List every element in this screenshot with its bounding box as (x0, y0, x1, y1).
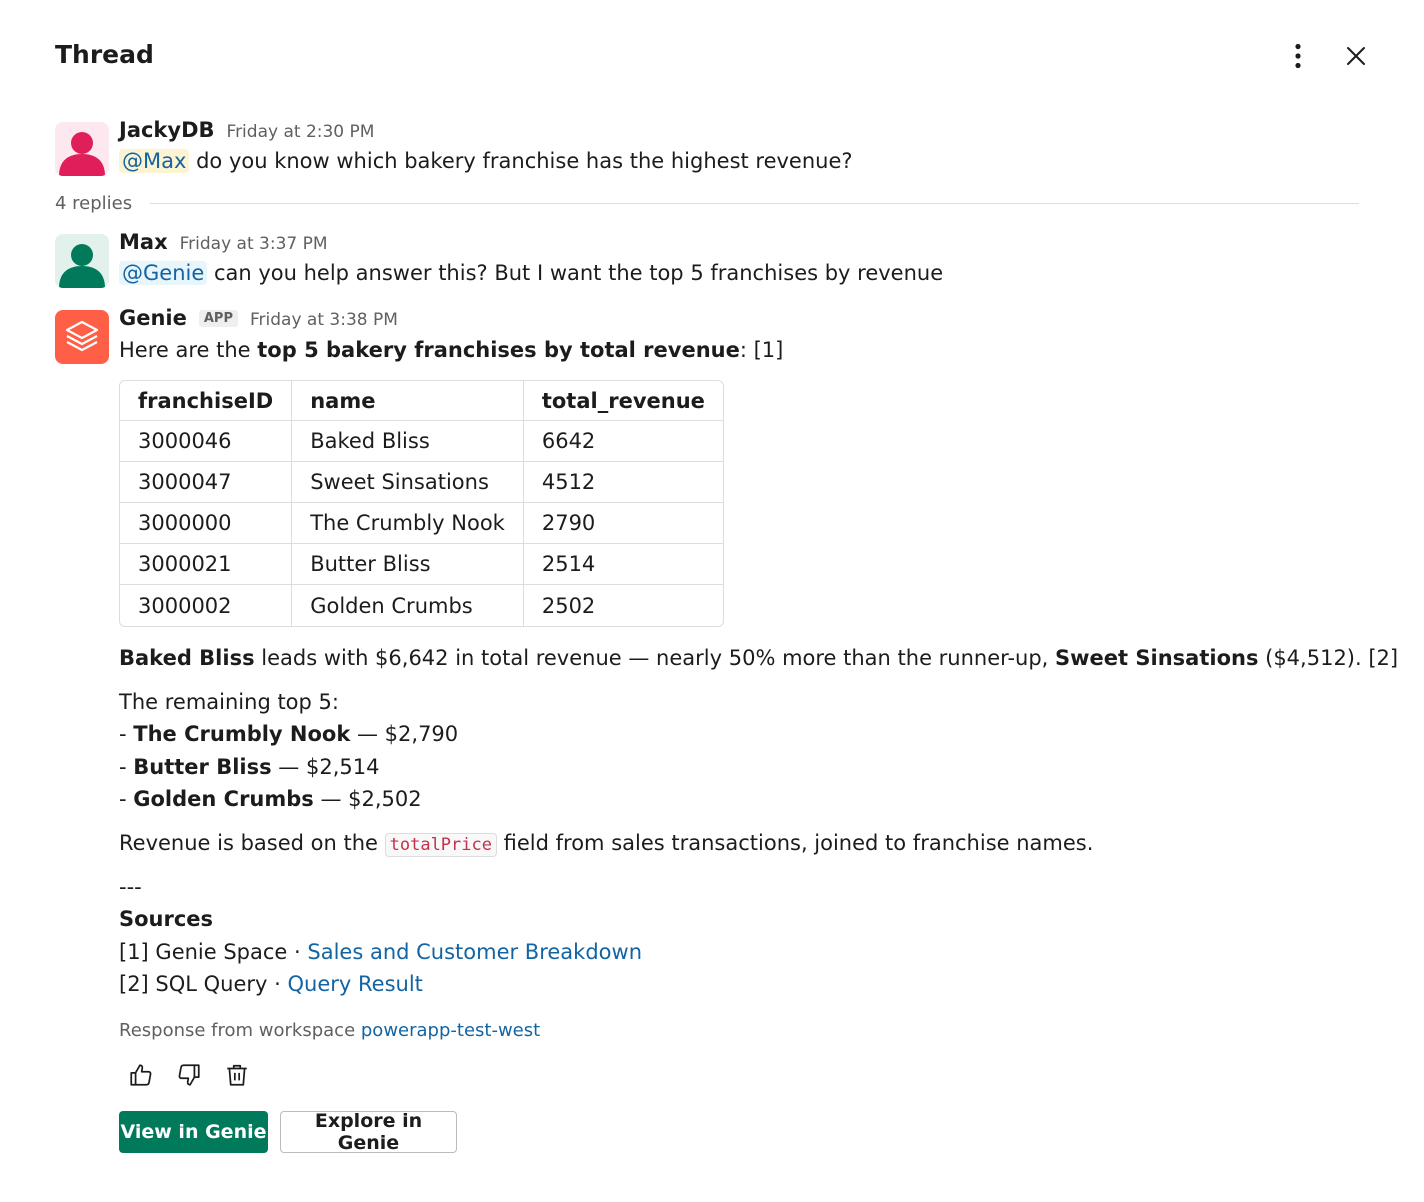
panel-title: Thread (55, 40, 154, 69)
author-name[interactable]: JackyDB (119, 118, 215, 142)
list-item: - Butter Bliss — $2,514 (119, 755, 379, 779)
table-header-row: franchiseID name total_revenue (120, 381, 723, 421)
list-item-value: — $2,514 (271, 755, 380, 779)
avatar-jackydb[interactable] (55, 122, 109, 176)
source-link[interactable]: Sales and Customer Breakdown (307, 940, 642, 964)
list-item: - The Crumbly Nook — $2,790 (119, 722, 458, 746)
divider-line (150, 203, 1359, 204)
timestamp[interactable]: Friday at 2:30 PM (227, 122, 375, 142)
source-prefix: [2] SQL Query · (119, 972, 288, 996)
message-header-max: Max Friday at 3:37 PM (119, 230, 328, 254)
results-table: franchiseID name total_revenue 3000046 B… (119, 380, 724, 627)
table-cell: The Crumbly Nook (292, 503, 524, 544)
list-item-name: Golden Crumbs (133, 787, 314, 811)
timestamp[interactable]: Friday at 3:38 PM (250, 310, 398, 330)
table-row: 3000002 Golden Crumbs 2502 (120, 585, 723, 626)
avatar-genie[interactable] (55, 310, 109, 364)
source-link[interactable]: Query Result (288, 972, 423, 996)
table-cell: 6642 (523, 421, 723, 462)
sources-title: Sources (119, 907, 214, 931)
table-row: 3000046 Baked Bliss 6642 (120, 421, 723, 462)
intro-bold: top 5 bakery franchises by total revenue (257, 338, 740, 362)
explore-in-genie-button[interactable]: Explore in Genie (280, 1110, 457, 1154)
source-prefix: [1] Genie Space · (119, 940, 308, 964)
basis-suffix: field from sales transactions, joined to… (496, 831, 1094, 855)
close-icon[interactable] (1338, 38, 1374, 74)
thumbs-up-icon[interactable] (126, 1060, 156, 1090)
mention-max[interactable]: @Max (119, 149, 190, 173)
app-badge: APP (198, 310, 238, 327)
author-name[interactable]: Genie (119, 306, 187, 330)
message-text-jackydb: @Max do you know which bakery franchise … (119, 149, 853, 173)
author-name[interactable]: Max (119, 230, 168, 254)
summary-suffix: ($4,512). [2] (1258, 646, 1399, 670)
table-cell: Baked Bliss (292, 421, 524, 462)
list-item-value: — $2,790 (350, 722, 459, 746)
basis-prefix: Revenue is based on the (119, 831, 385, 855)
table-cell: Butter Bliss (292, 544, 524, 585)
message-header-genie: Genie APP Friday at 3:38 PM (119, 306, 398, 330)
list-item-value: — $2,502 (313, 787, 422, 811)
table-cell: Sweet Sinsations (292, 462, 524, 503)
message-body: do you know which bakery franchise has t… (189, 149, 853, 173)
message-body: can you help answer this? But I want the… (207, 261, 944, 285)
avatar-max[interactable] (55, 234, 109, 288)
column-header: name (292, 381, 524, 421)
list-bullet: - (119, 755, 134, 779)
genie-intro: Here are the top 5 bakery franchises by … (119, 338, 783, 362)
thumbs-down-icon[interactable] (174, 1060, 204, 1090)
column-header: total_revenue (523, 381, 723, 421)
table-cell: 3000002 (120, 585, 293, 626)
message-header-jackydb: JackyDB Friday at 2:30 PM (119, 118, 374, 142)
trash-icon[interactable] (222, 1060, 252, 1090)
header-actions (1280, 38, 1374, 74)
feedback-actions (126, 1060, 252, 1090)
summary-runner-up: Sweet Sinsations (1055, 646, 1259, 670)
table-cell: 3000000 (120, 503, 293, 544)
summary-line: Baked Bliss leads with $6,642 in total r… (119, 646, 1398, 670)
list-bullet: - (119, 787, 134, 811)
message-text-max: @Genie can you help answer this? But I w… (119, 261, 943, 285)
timestamp[interactable]: Friday at 3:37 PM (180, 234, 328, 254)
summary-text: leads with $6,642 in total revenue — nea… (254, 646, 1056, 670)
remaining-title: The remaining top 5: (119, 690, 339, 714)
table-row: 3000000 The Crumbly Nook 2790 (120, 503, 723, 544)
workspace-prefix: Response from workspace (119, 1020, 361, 1041)
workspace-link[interactable]: powerapp-test-west (361, 1020, 540, 1041)
table-cell: 3000046 (120, 421, 293, 462)
list-item-name: The Crumbly Nook (133, 722, 351, 746)
replies-divider: 4 replies (55, 193, 1359, 214)
workspace-note: Response from workspace powerapp-test-we… (119, 1020, 540, 1041)
intro-prefix: Here are the (119, 338, 258, 362)
table-cell: Golden Crumbs (292, 585, 524, 626)
source-item: [2] SQL Query · Query Result (119, 972, 423, 996)
table-row: 3000021 Butter Bliss 2514 (120, 544, 723, 585)
table-cell: 2502 (541, 593, 596, 618)
table-cell: 4512 (523, 462, 723, 503)
source-item: [1] Genie Space · Sales and Customer Bre… (119, 940, 642, 964)
table-cell: 3000021 (120, 544, 293, 585)
table-row: 3000047 Sweet Sinsations 4512 (120, 462, 723, 503)
summary-leader: Baked Bliss (119, 646, 255, 670)
list-item-name: Butter Bliss (133, 755, 272, 779)
more-options-icon[interactable] (1280, 38, 1316, 74)
table-cell: 2514 (523, 544, 723, 585)
view-in-genie-button[interactable]: View in Genie (119, 1111, 268, 1153)
list-bullet: - (119, 722, 134, 746)
table-cell: 3000047 (120, 462, 293, 503)
table-cell: 2790 (523, 503, 723, 544)
basis-line: Revenue is based on the totalPrice field… (119, 831, 1094, 857)
intro-suffix: : [1] (739, 338, 784, 362)
list-item: - Golden Crumbs — $2,502 (119, 787, 422, 811)
inline-code: totalPrice (384, 833, 497, 857)
separator-text: --- (119, 875, 142, 899)
mention-genie[interactable]: @Genie (119, 261, 208, 285)
replies-count: 4 replies (55, 193, 133, 214)
column-header: franchiseID (120, 381, 293, 421)
